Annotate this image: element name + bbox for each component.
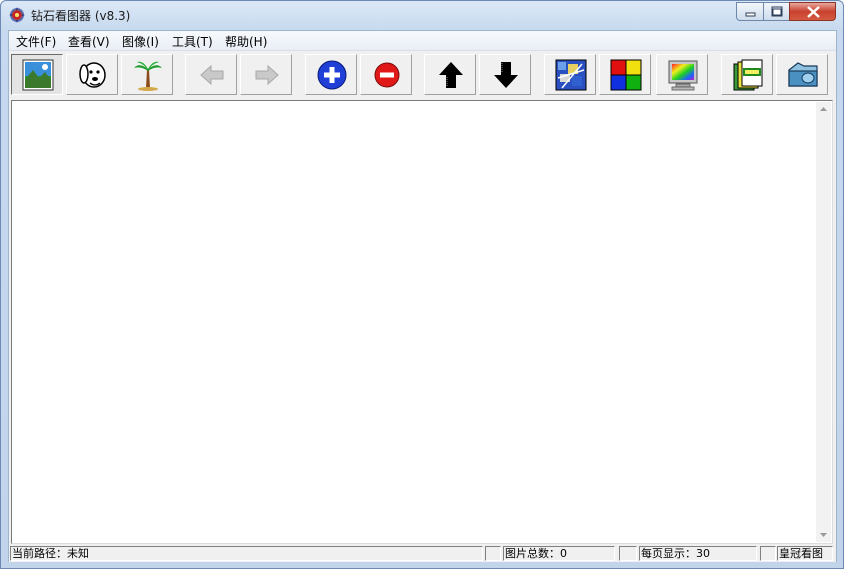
menu-tools[interactable]: 工具(T) xyxy=(172,33,213,50)
status-total-images: 图片总数：0 xyxy=(503,546,615,561)
menu-bar: 文件(F) 查看(V) 图像(I) 工具(T) 帮助(H) xyxy=(9,31,836,51)
folder-icon xyxy=(788,62,818,87)
status-bar: 当前路径：未知 图片总数：0 每页显示：30 皇冠看图 xyxy=(9,545,836,562)
window-title: 钻石看图器 (v8.3) xyxy=(31,9,131,23)
landscape-image-icon xyxy=(22,59,54,91)
toolbar-button-dog[interactable] xyxy=(66,54,118,95)
close-icon xyxy=(807,6,820,18)
arrow-left-icon xyxy=(200,64,224,86)
title-bar[interactable]: 钻石看图器 (v8.3) xyxy=(1,1,843,29)
close-button[interactable] xyxy=(789,2,836,21)
zoom-in-plus-icon xyxy=(317,60,347,90)
client-area: 文件(F) 查看(V) 图像(I) 工具(T) 帮助(H) 当前路径：未知 图片… xyxy=(8,30,837,562)
status-spacer xyxy=(619,546,637,561)
toolbar-button-next[interactable] xyxy=(240,54,292,95)
maximize-button[interactable] xyxy=(763,2,790,21)
toolbar xyxy=(9,51,836,99)
monitor-icon xyxy=(668,60,698,91)
zoom-out-minus-icon xyxy=(374,62,400,88)
mosaic-image-icon xyxy=(555,59,587,91)
app-logo-icon xyxy=(9,7,25,23)
menu-file[interactable]: 文件(F) xyxy=(16,33,56,50)
arrow-right-icon xyxy=(255,64,279,86)
toolbar-button-folder[interactable] xyxy=(776,54,828,95)
menu-image[interactable]: 图像(I) xyxy=(122,33,159,50)
status-spacer xyxy=(760,546,776,561)
status-per-page: 每页显示：30 xyxy=(639,546,757,561)
status-current-path: 当前路径：未知 xyxy=(10,546,483,561)
toolbar-button-zoom-in[interactable] xyxy=(305,54,357,95)
restore-icon xyxy=(771,6,783,17)
dog-icon xyxy=(79,62,106,88)
toolbar-button-landscape[interactable] xyxy=(11,54,63,95)
menu-view[interactable]: 查看(V) xyxy=(68,33,110,50)
toolbar-button-up[interactable] xyxy=(424,54,476,95)
color-squares-icon xyxy=(610,59,642,91)
toolbar-button-colors[interactable] xyxy=(599,54,651,95)
minimize-button[interactable] xyxy=(736,2,764,21)
labels-icon xyxy=(733,59,763,91)
toolbar-button-mosaic[interactable] xyxy=(544,54,596,95)
app-window: 钻石看图器 (v8.3) 文件(F) 查看(V) 图像(I) 工具(T) 帮助(… xyxy=(0,0,844,569)
toolbar-button-previous[interactable] xyxy=(185,54,237,95)
palm-tree-icon xyxy=(134,61,162,91)
arrow-down-icon xyxy=(494,62,518,88)
toolbar-button-labels[interactable] xyxy=(721,54,773,95)
scroll-down-icon[interactable] xyxy=(816,527,831,542)
arrow-up-icon xyxy=(439,62,463,88)
thumbnail-view[interactable] xyxy=(11,100,833,544)
status-spacer xyxy=(485,546,501,561)
scroll-up-icon[interactable] xyxy=(816,102,831,117)
toolbar-button-palm[interactable] xyxy=(121,54,173,95)
toolbar-button-zoom-out[interactable] xyxy=(360,54,412,95)
toolbar-button-down[interactable] xyxy=(479,54,531,95)
menu-help[interactable]: 帮助(H) xyxy=(225,33,267,50)
status-brand: 皇冠看图 xyxy=(777,546,833,561)
vertical-scrollbar[interactable] xyxy=(816,102,831,542)
toolbar-button-monitor[interactable] xyxy=(656,54,708,95)
minimize-icon xyxy=(745,12,756,17)
